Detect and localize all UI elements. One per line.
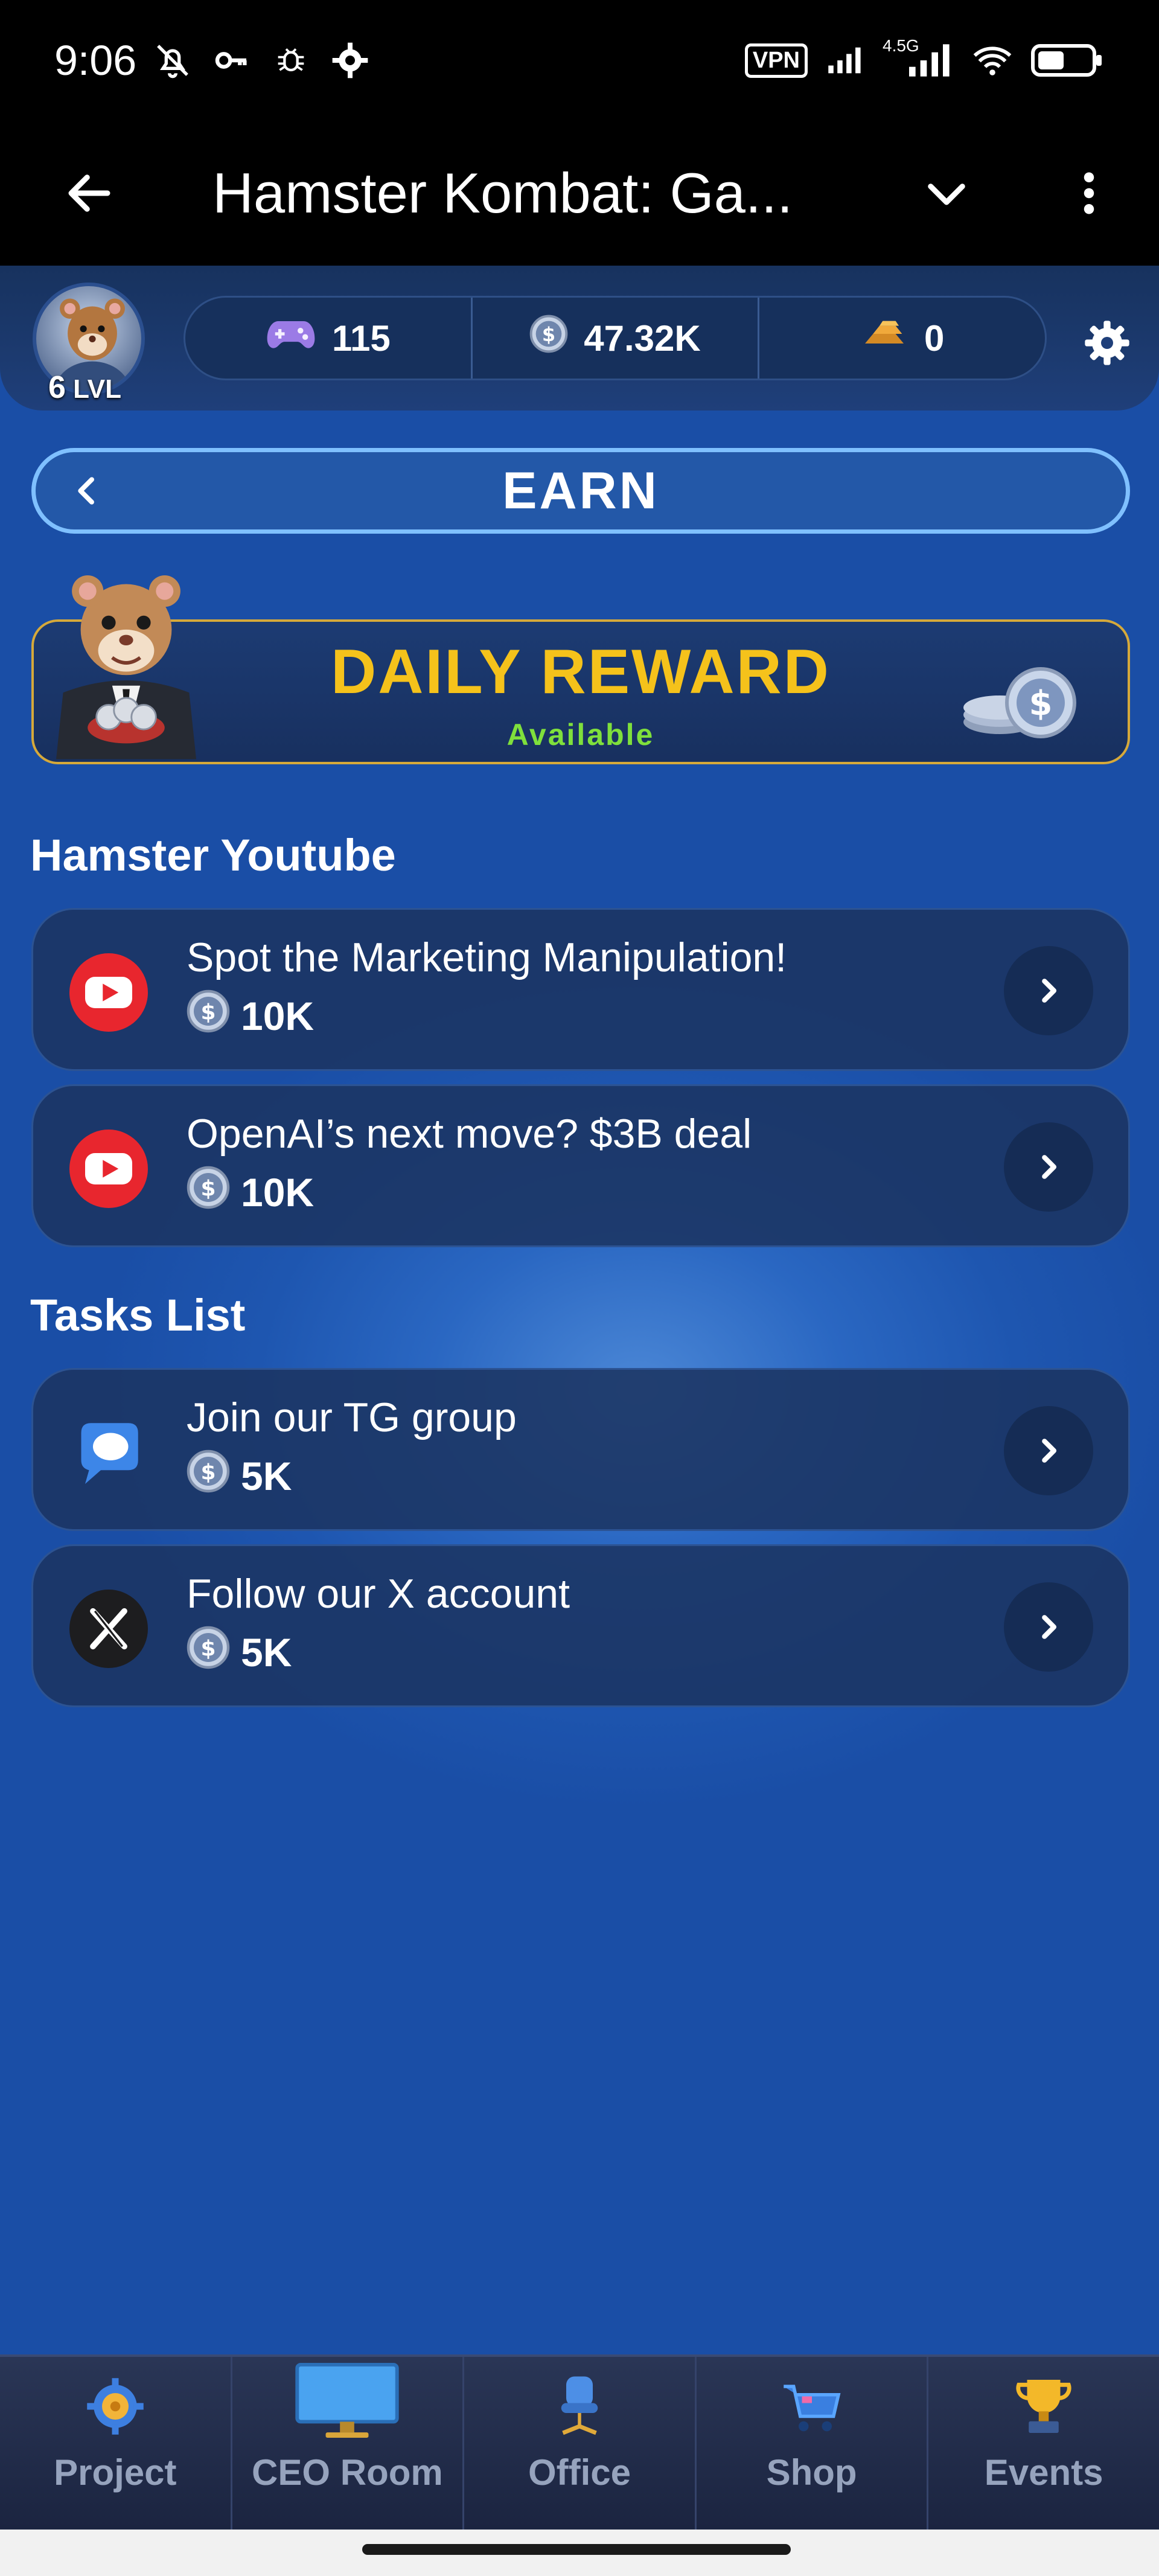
- youtube-icon: [69, 1130, 148, 1208]
- nav-label: Events: [984, 2452, 1103, 2493]
- nav-label: CEO Room: [252, 2452, 443, 2493]
- task-reward-value: 10K: [241, 1169, 314, 1215]
- bottom-nav: Project CEO Room Office Shop Events: [0, 2354, 1159, 2530]
- task-card[interactable]: OpenAI’s next move? $3B deal $ 10K: [31, 1084, 1130, 1247]
- svg-text:$: $: [1029, 684, 1053, 723]
- task-card[interactable]: Join our TG group $ 5K: [31, 1368, 1130, 1531]
- task-reward-value: 5K: [241, 1453, 292, 1498]
- app-title: Hamster Kombat: Ga...: [212, 161, 793, 225]
- stat-gold: 0: [758, 298, 1045, 379]
- nav-office[interactable]: Office: [464, 2357, 697, 2530]
- svg-text:$: $: [200, 1177, 216, 1201]
- battery-icon: [1030, 41, 1105, 80]
- chevron-right-icon[interactable]: [1004, 1122, 1093, 1212]
- task-reward: $ 5K: [187, 1449, 292, 1502]
- task-reward: $ 5K: [187, 1626, 292, 1678]
- stat-games: 115: [185, 298, 471, 379]
- svg-text:$: $: [200, 1637, 216, 1661]
- coin-icon: $: [187, 989, 230, 1042]
- level-suffix: LVL: [73, 374, 121, 404]
- task-reward-value: 5K: [241, 1629, 292, 1675]
- x-logo-icon: [69, 1590, 148, 1668]
- task-reward-value: 10K: [241, 993, 314, 1038]
- svg-text:$: $: [200, 1000, 216, 1025]
- monitor-icon: [293, 2361, 401, 2440]
- nav-shop[interactable]: Shop: [697, 2357, 929, 2530]
- games-count: 115: [331, 318, 391, 359]
- bell-off-icon: [153, 41, 192, 80]
- gear-icon: [331, 41, 369, 80]
- section-youtube-title: Hamster Youtube: [30, 830, 396, 880]
- home-indicator[interactable]: [362, 2544, 791, 2555]
- task-reward: $ 10K: [187, 989, 314, 1042]
- nav-label: Office: [528, 2452, 631, 2493]
- task-card[interactable]: Follow our X account $ 5K: [31, 1544, 1130, 1707]
- nav-ceo-room[interactable]: CEO Room: [232, 2357, 465, 2530]
- chevron-right-icon[interactable]: [1004, 1582, 1093, 1672]
- coins-count: 47.32K: [584, 318, 701, 359]
- task-title: Follow our X account: [187, 1571, 570, 1617]
- more-vert-icon[interactable]: [1054, 158, 1124, 228]
- nav-events[interactable]: Events: [928, 2357, 1159, 2530]
- svg-text:$: $: [200, 1460, 216, 1485]
- signal-icon: [826, 41, 864, 80]
- nav-project[interactable]: Project: [0, 2357, 232, 2530]
- nav-label: Shop: [766, 2452, 857, 2493]
- gold-count: 0: [924, 318, 945, 359]
- project-icon: [79, 2373, 152, 2440]
- back-arrow-icon[interactable]: [54, 158, 124, 228]
- chevron-right-icon[interactable]: [1004, 1406, 1093, 1495]
- earn-header: EARN: [31, 448, 1130, 534]
- wifi-icon: [973, 41, 1012, 80]
- coin-stack-icon: $: [954, 662, 1087, 746]
- hamster-mascot-icon: [39, 566, 214, 759]
- vpn-icon: VPN: [744, 43, 808, 78]
- signal-4-5g-icon: 4.5G: [883, 36, 955, 80]
- status-time: 9:06: [54, 37, 137, 84]
- coin-icon: $: [529, 315, 568, 362]
- network-type-label: 4.5G: [883, 36, 919, 55]
- task-title: OpenAI’s next move? $3B deal: [187, 1111, 752, 1157]
- earn-title: EARN: [502, 461, 659, 520]
- task-reward: $ 10K: [187, 1166, 314, 1218]
- stats-bar: 115 $ 47.32K 0: [184, 296, 1047, 380]
- stat-coins: $ 47.32K: [470, 298, 758, 379]
- gesture-bar: [0, 2530, 1159, 2576]
- cart-icon: [776, 2373, 848, 2440]
- app-bar: Hamster Kombat: Ga...: [0, 121, 1159, 266]
- level-badge: 6 LVL: [48, 369, 121, 406]
- chevron-right-icon[interactable]: [1004, 946, 1093, 1035]
- task-title: Spot the Marketing Manipulation!: [187, 935, 787, 980]
- svg-text:$: $: [542, 323, 555, 346]
- nav-label: Project: [54, 2452, 177, 2493]
- game-area: 6 LVL 115 $ 47.32K 0 EARN DAILY REWARD A…: [0, 266, 1159, 2354]
- chevron-left-icon[interactable]: [66, 469, 109, 513]
- key-icon: [212, 41, 251, 80]
- chevron-down-icon[interactable]: [912, 158, 982, 228]
- youtube-icon: [69, 953, 148, 1032]
- settings-gear-icon[interactable]: [1078, 314, 1136, 372]
- office-chair-icon: [543, 2373, 616, 2440]
- telegram-chat-icon: [69, 1413, 148, 1492]
- coin-icon: $: [187, 1626, 230, 1678]
- trophy-icon: [1007, 2373, 1080, 2440]
- bug-icon: [272, 41, 310, 80]
- status-bar: 9:06 VPN 4.5G: [0, 0, 1159, 121]
- section-tasks-title: Tasks List: [30, 1290, 246, 1340]
- level-number: 6: [48, 370, 66, 405]
- task-card[interactable]: Spot the Marketing Manipulation! $ 10K: [31, 908, 1130, 1071]
- gold-bars-icon: [860, 315, 908, 362]
- coin-icon: $: [187, 1166, 230, 1218]
- coin-icon: $: [187, 1449, 230, 1502]
- gamepad-icon: [266, 315, 316, 362]
- task-title: Join our TG group: [187, 1395, 517, 1440]
